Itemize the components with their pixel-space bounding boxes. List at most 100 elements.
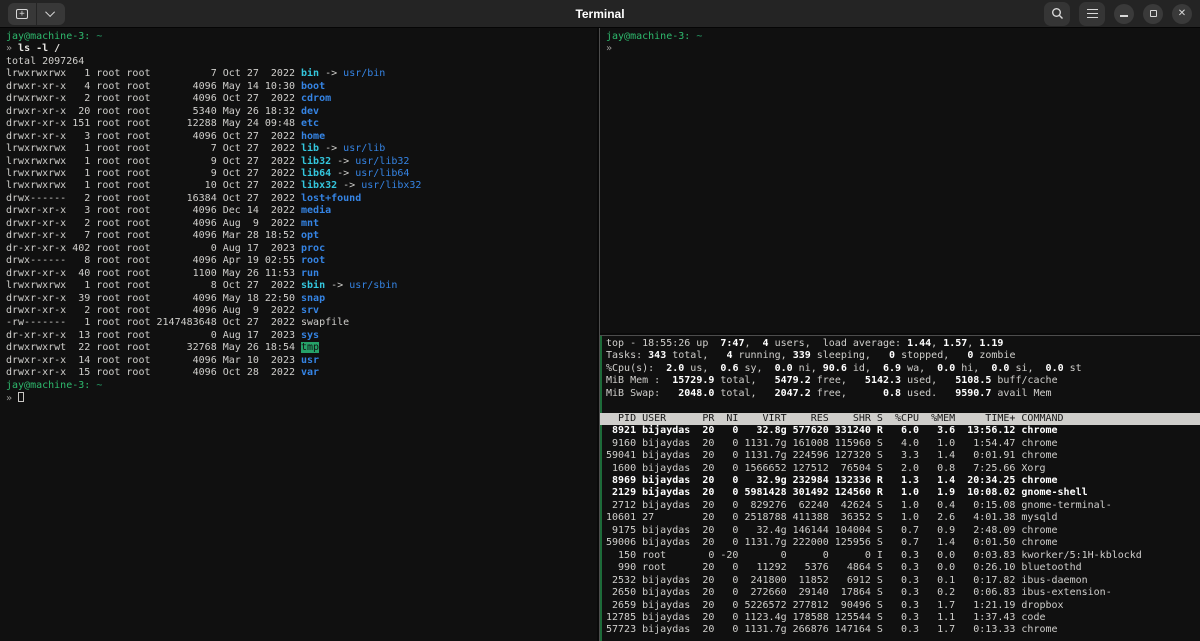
- ls-entry-row: drwxr-xr-x 2 root root 4096 Aug 9 2022 s…: [0, 305, 597, 317]
- new-tab-button[interactable]: +: [8, 3, 36, 25]
- bottom-right-terminal-pane[interactable]: top - 18:55:26 up 7:47, 4 users, load av…: [600, 336, 1200, 641]
- top-summary-line: Tasks: 343 total, 4 running, 339 sleepin…: [600, 350, 1200, 362]
- search-icon: [1051, 7, 1064, 20]
- process-row: 57723 bijaydas 20 0 1131.7g 266876 14716…: [600, 624, 1200, 636]
- symlink-target: usr/lib64: [355, 168, 409, 179]
- ls-entry-row: dr-xr-xr-x 402 root root 0 Aug 17 2023 p…: [0, 243, 597, 255]
- ls-entry-name: libx32: [301, 180, 337, 191]
- ls-entry-row: lrwxrwxrwx 1 root root 7 Oct 27 2022 bin…: [0, 68, 597, 80]
- symlink-arrow: ->: [337, 180, 361, 191]
- process-row: 150 root 0 -20 0 0 0 I 0.3 0.0 0:03.83 k…: [600, 550, 1200, 562]
- ls-entry-meta: drwxr-xr-x 39 root root 4096 May 18 22:5…: [6, 293, 301, 304]
- ls-entry-name: dev: [301, 106, 319, 117]
- process-row: 59041 bijaydas 20 0 1131.7g 224596 12732…: [600, 450, 1200, 462]
- shell-input-line: »: [600, 43, 1200, 55]
- search-button[interactable]: [1044, 2, 1070, 26]
- ls-entry-row: drwxr-xr-x 15 root root 4096 Oct 28 2022…: [0, 367, 597, 379]
- tab-dropdown-button[interactable]: [37, 3, 65, 25]
- ls-entry-row: lrwxrwxrwx 1 root root 8 Oct 27 2022 sbi…: [0, 280, 597, 292]
- prompt-cwd: ~: [696, 31, 702, 42]
- ls-entry-meta: drwxr-xr-x 14 root root 4096 Mar 10 2023: [6, 355, 301, 366]
- menu-button[interactable]: [1079, 2, 1105, 26]
- symlink-arrow: ->: [331, 156, 355, 167]
- ls-entry-name: home: [301, 131, 325, 142]
- ls-entry-meta: drwxr-xr-x 2 root root 4096 Aug 9 2022: [6, 305, 301, 316]
- ls-entry-name: tmp: [301, 342, 319, 353]
- ls-entry-row: drwxr-xr-x 4 root root 4096 May 14 10:30…: [0, 81, 597, 93]
- process-row: 2650 bijaydas 20 0 272660 29140 17864 S …: [600, 587, 1200, 599]
- right-pane-column: jay@machine-3: ~» top - 18:55:26 up 7:47…: [600, 28, 1200, 641]
- process-row: 990 root 20 0 11292 5376 4864 S 0.3 0.0 …: [600, 562, 1200, 574]
- ls-entry-name: var: [301, 367, 319, 378]
- ls-entry-name: bin: [301, 68, 319, 79]
- ls-entry-meta: drwxr-xr-x 151 root root 12288 May 24 09…: [6, 118, 301, 129]
- ls-entry-name: boot: [301, 81, 325, 92]
- shell-prompt-line: jay@machine-3: ~: [600, 31, 1200, 43]
- shell-prompt-line: jay@machine-3: ~: [0, 380, 597, 392]
- prompt-char: »: [606, 43, 612, 54]
- prompt-cwd: ~: [96, 31, 102, 42]
- ls-entry-name: run: [301, 268, 319, 279]
- ls-entry-row: -rw------- 1 root root 2147483648 Oct 27…: [0, 317, 597, 329]
- symlink-arrow: ->: [331, 168, 355, 179]
- ls-entry-meta: lrwxrwxrwx 1 root root 7 Oct 27 2022: [6, 143, 301, 154]
- ls-entry-name: sys: [301, 330, 319, 341]
- process-row: 59006 bijaydas 20 0 1131.7g 222000 12595…: [600, 537, 1200, 549]
- ls-entry-meta: lrwxrwxrwx 1 root root 10 Oct 27 2022: [6, 180, 301, 191]
- ls-entry-name: mnt: [301, 218, 319, 229]
- process-row: 2659 bijaydas 20 0 5226572 277812 90496 …: [600, 600, 1200, 612]
- ls-entry-meta: drwxrwxrwt 22 root root 32768 May 26 18:…: [6, 342, 301, 353]
- symlink-target: usr/bin: [343, 68, 385, 79]
- ls-entry-row: lrwxrwxrwx 1 root root 9 Oct 27 2022 lib…: [0, 168, 597, 180]
- process-row: 8921 bijaydas 20 0 32.8g 577620 331240 R…: [600, 425, 1200, 437]
- ls-entry-name: proc: [301, 243, 325, 254]
- process-row: 2712 bijaydas 20 0 829276 62240 42624 S …: [600, 500, 1200, 512]
- ls-entry-meta: -rw------- 1 root root 2147483648 Oct 27…: [6, 317, 301, 328]
- prompt-char: »: [6, 393, 18, 404]
- terminal-cursor: [18, 392, 24, 402]
- titlebar: + Terminal ✕: [0, 0, 1200, 28]
- ls-entry-meta: drwxr-xr-x 40 root root 1100 May 26 11:5…: [6, 268, 301, 279]
- symlink-arrow: ->: [319, 143, 343, 154]
- ls-entry-name: usr: [301, 355, 319, 366]
- ls-entry-name: swapfile: [301, 317, 349, 328]
- top-summary-line: %Cpu(s): 2.0 us, 0.6 sy, 0.0 ni, 90.6 id…: [600, 363, 1200, 375]
- minimize-button[interactable]: [1114, 4, 1134, 24]
- ls-entry-meta: dr-xr-xr-x 402 root root 0 Aug 17 2023: [6, 243, 301, 254]
- ls-entry-row: drwx------ 8 root root 4096 Apr 19 02:55…: [0, 255, 597, 267]
- symlink-arrow: ->: [325, 280, 349, 291]
- prompt-cwd: ~: [96, 380, 102, 391]
- process-row: 2129 bijaydas 20 0 5981428 301492 124560…: [600, 487, 1200, 499]
- ls-entry-meta: drwx------ 8 root root 4096 Apr 19 02:55: [6, 255, 301, 266]
- ls-entry-row: lrwxrwxrwx 1 root root 7 Oct 27 2022 lib…: [0, 143, 597, 155]
- ls-entry-name: cdrom: [301, 93, 331, 104]
- left-terminal-pane[interactable]: jay@machine-3: ~» ls -l /total 2097264lr…: [0, 28, 597, 641]
- ls-entry-meta: drwxr-xr-x 7 root root 4096 Mar 28 18:52: [6, 230, 301, 241]
- ls-entry-row: lrwxrwxrwx 1 root root 10 Oct 27 2022 li…: [0, 180, 597, 192]
- top-summary-line: top - 18:55:26 up 7:47, 4 users, load av…: [600, 338, 1200, 350]
- restore-button[interactable]: [1143, 4, 1163, 24]
- ls-entry-name: root: [301, 255, 325, 266]
- ls-entry-meta: drwxr-xr-x 20 root root 5340 May 26 18:3…: [6, 106, 301, 117]
- symlink-arrow: ->: [319, 68, 343, 79]
- ls-entry-meta: lrwxrwxrwx 1 root root 9 Oct 27 2022: [6, 156, 301, 167]
- command-line: » ls -l /: [0, 43, 597, 55]
- ls-entry-name: snap: [301, 293, 325, 304]
- process-row: 10601 27 20 0 2518788 411388 36352 S 1.0…: [600, 512, 1200, 524]
- prompt-char: »: [6, 43, 18, 54]
- symlink-target: usr/sbin: [349, 280, 397, 291]
- ls-entry-name: opt: [301, 230, 319, 241]
- process-row: 9175 bijaydas 20 0 32.4g 146144 104004 S…: [600, 525, 1200, 537]
- ls-entry-meta: drwxr-xr-x 2 root root 4096 Aug 9 2022: [6, 218, 301, 229]
- close-button[interactable]: ✕: [1172, 4, 1192, 24]
- ls-entry-name: lib: [301, 143, 319, 154]
- top-right-terminal-pane[interactable]: jay@machine-3: ~»: [600, 28, 1200, 333]
- ls-entry-row: drwxrwxr-x 2 root root 4096 Oct 27 2022 …: [0, 93, 597, 105]
- ls-entry-row: drwxr-xr-x 20 root root 5340 May 26 18:3…: [0, 106, 597, 118]
- ls-entry-meta: drwxr-xr-x 15 root root 4096 Oct 28 2022: [6, 367, 301, 378]
- ls-total-line: total 2097264: [0, 56, 597, 68]
- ls-entry-row: drwxr-xr-x 7 root root 4096 Mar 28 18:52…: [0, 230, 597, 242]
- ls-entry-row: dr-xr-xr-x 13 root root 0 Aug 17 2023 sy…: [0, 330, 597, 342]
- process-row: 2532 bijaydas 20 0 241800 11852 6912 S 0…: [600, 575, 1200, 587]
- prompt-user-host: jay@machine-3:: [6, 380, 90, 391]
